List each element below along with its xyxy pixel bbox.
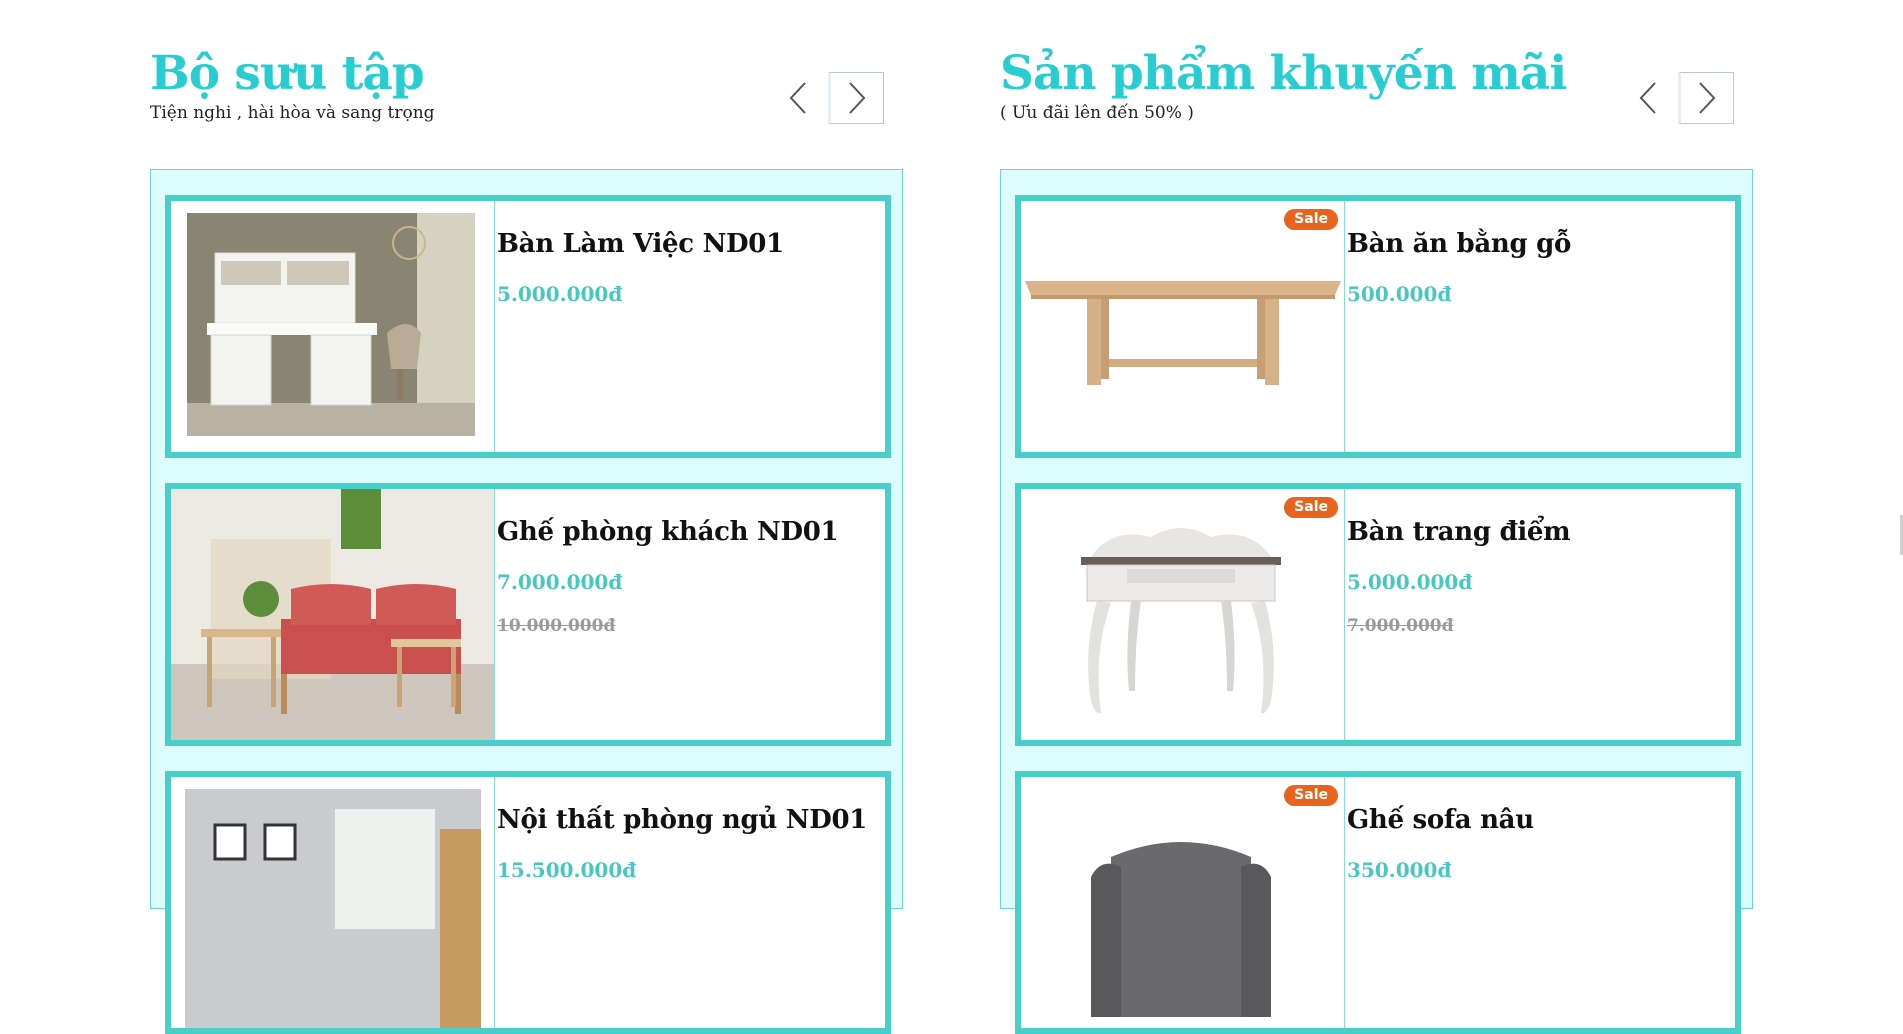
product-price: 7.000.000đ bbox=[497, 570, 623, 594]
chevron-left-icon bbox=[1639, 82, 1656, 114]
product-name[interactable]: Ghế phòng khách ND01 bbox=[497, 515, 875, 549]
product-price: 5.000.000đ bbox=[497, 282, 623, 306]
living-room-chair-image bbox=[171, 489, 494, 740]
bedroom-furniture-image bbox=[185, 789, 481, 1028]
vanity-table-image bbox=[1081, 528, 1281, 714]
product-old-price: 7.000.000đ bbox=[1347, 616, 1454, 636]
product-price: 500.000đ bbox=[1347, 282, 1452, 306]
product-name[interactable]: Bàn Làm Việc ND01 bbox=[497, 227, 875, 261]
office-desk-image bbox=[187, 213, 475, 436]
product-card[interactable]: Sale Ghế sofa nâu 350.000đ bbox=[1015, 771, 1741, 1034]
product-image[interactable]: Sale bbox=[1021, 777, 1345, 1028]
promotions-panel: Sale Bàn ăn bằng gỗ 500.000đ Sale Bàn tr… bbox=[1000, 169, 1753, 1034]
product-card[interactable]: Ghế phòng khách ND01 7.000.000đ 10.000.0… bbox=[165, 483, 891, 746]
collection-section: Bộ sưu tập Tiện nghi , hài hòa và sang t… bbox=[150, 0, 903, 1034]
product-card[interactable]: Nội thất phòng ngủ ND01 15.500.000đ bbox=[165, 771, 891, 1034]
chevron-right-icon bbox=[1699, 82, 1716, 114]
collection-prev-button[interactable] bbox=[770, 72, 826, 124]
sale-badge: Sale bbox=[1284, 785, 1338, 806]
product-info: Bàn Làm Việc ND01 5.000.000đ bbox=[497, 227, 875, 307]
product-image[interactable] bbox=[171, 489, 495, 740]
product-info: Bàn ăn bằng gỗ 500.000đ bbox=[1347, 227, 1725, 307]
promotions-prev-button[interactable] bbox=[1620, 72, 1676, 124]
promotions-subtitle: ( Ưu đãi lên đến 50% ) bbox=[1000, 103, 1194, 123]
brown-sofa-chair-image bbox=[1091, 842, 1271, 1017]
product-image[interactable]: Sale bbox=[1021, 489, 1345, 740]
product-old-price: 10.000.000đ bbox=[497, 616, 616, 636]
promotions-next-button[interactable] bbox=[1678, 72, 1734, 124]
product-price: 5.000.000đ bbox=[1347, 570, 1473, 594]
product-card[interactable]: Bàn Làm Việc ND01 5.000.000đ bbox=[165, 195, 891, 458]
product-price: 15.500.000đ bbox=[497, 858, 637, 882]
collection-panel: Bàn Làm Việc ND01 5.000.000đ Ghế phòng k… bbox=[150, 169, 903, 1034]
product-image[interactable]: Sale bbox=[1021, 201, 1345, 452]
product-name[interactable]: Bàn trang điểm bbox=[1347, 515, 1725, 549]
product-price: 350.000đ bbox=[1347, 858, 1452, 882]
chevron-right-icon bbox=[849, 82, 866, 114]
collection-title: Bộ sưu tập bbox=[150, 46, 425, 101]
product-card[interactable]: Sale Bàn ăn bằng gỗ 500.000đ bbox=[1015, 195, 1741, 458]
sale-badge: Sale bbox=[1284, 209, 1338, 230]
collection-subtitle: Tiện nghi , hài hòa và sang trọng bbox=[150, 103, 435, 123]
promotions-title: Sản phẩm khuyến mãi bbox=[1000, 46, 1567, 101]
product-info: Ghế sofa nâu 350.000đ bbox=[1347, 803, 1725, 883]
collection-next-button[interactable] bbox=[828, 72, 884, 124]
product-image[interactable] bbox=[171, 777, 495, 1028]
product-name[interactable]: Bàn ăn bằng gỗ bbox=[1347, 227, 1725, 261]
product-card[interactable]: Sale Bàn trang điểm 5.000.000đ 7.000.000… bbox=[1015, 483, 1741, 746]
chevron-left-icon bbox=[789, 82, 806, 114]
sale-badge: Sale bbox=[1284, 497, 1338, 518]
product-info: Ghế phòng khách ND01 7.000.000đ 10.000.0… bbox=[497, 515, 875, 637]
product-info: Bàn trang điểm 5.000.000đ 7.000.000đ bbox=[1347, 515, 1725, 637]
product-name[interactable]: Ghế sofa nâu bbox=[1347, 803, 1725, 837]
wooden-dining-table-image bbox=[1025, 281, 1341, 385]
product-name[interactable]: Nội thất phòng ngủ ND01 bbox=[497, 803, 875, 837]
product-image[interactable] bbox=[171, 201, 495, 452]
promotions-section: Sản phẩm khuyến mãi ( Ưu đãi lên đến 50%… bbox=[1000, 0, 1753, 1034]
product-info: Nội thất phòng ngủ ND01 15.500.000đ bbox=[497, 803, 875, 883]
